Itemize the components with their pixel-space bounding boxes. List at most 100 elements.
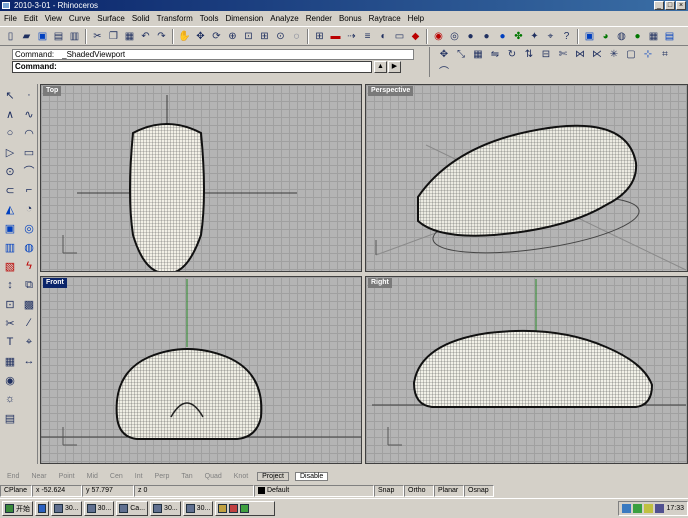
teapot-icon[interactable]: ◕ (598, 29, 613, 44)
render-tool-icon[interactable]: ◉ (1, 371, 19, 389)
osnap-perp[interactable]: Perp (152, 473, 173, 480)
zoom-selected-icon[interactable]: ⊙ (273, 29, 288, 44)
menu-bonus[interactable]: Bonus (339, 14, 362, 23)
rotate-view-icon[interactable]: ⟳ (209, 29, 224, 44)
rotate-icon[interactable]: ↻ (504, 47, 520, 62)
render-window-icon[interactable]: ▤ (662, 29, 677, 44)
osnap-toggle[interactable]: Osnap (464, 484, 494, 497)
menu-tools[interactable]: Tools (200, 14, 219, 23)
boolean-icon[interactable]: ▧ (1, 257, 19, 275)
select-all-icon[interactable]: ≡ (360, 29, 375, 44)
osnap-end[interactable]: End (4, 473, 22, 480)
shaded-sphere-icon[interactable]: ● (463, 29, 478, 44)
command-scroll-up-button[interactable]: ▲ (374, 61, 387, 73)
mirror-icon[interactable]: ⇋ (487, 47, 503, 62)
transform-icon[interactable]: ↕ (1, 276, 19, 294)
cut-icon[interactable]: ✂ (90, 29, 105, 44)
osnap-tan[interactable]: Tan (178, 473, 195, 480)
point-edit-icon[interactable]: ⊹ (640, 47, 656, 62)
taskbar-task-4[interactable]: 30... (150, 501, 181, 516)
close-button[interactable]: × (676, 1, 686, 10)
osnap-quad[interactable]: Quad (202, 473, 225, 480)
start-button[interactable]: 开始 (2, 501, 33, 516)
new-file-icon[interactable]: ▯ (3, 29, 18, 44)
lightning-icon[interactable]: ϟ (20, 257, 38, 275)
rendered-sphere-icon[interactable]: ● (479, 29, 494, 44)
print-icon[interactable]: ▤ (51, 29, 66, 44)
orient-icon[interactable]: ⇅ (521, 47, 537, 62)
dimension-tool-icon[interactable]: ⌖ (20, 333, 38, 351)
triangle-icon[interactable]: ▷ (1, 143, 19, 161)
layer-icon[interactable]: ◆ (408, 29, 423, 44)
split-icon[interactable]: ⋈ (572, 47, 588, 62)
rectangle-icon[interactable]: ▭ (20, 143, 38, 161)
status-layer[interactable]: Default (254, 484, 374, 497)
properties-icon[interactable]: ◎ (447, 29, 462, 44)
menu-render[interactable]: Render (306, 14, 332, 23)
select-icon[interactable]: ⇢ (344, 29, 359, 44)
box-icon[interactable]: ▣ (1, 219, 19, 237)
arc-icon[interactable]: ◠ (20, 124, 38, 142)
pan-icon[interactable]: ✥ (193, 29, 208, 44)
polyline-icon[interactable]: ∧ (1, 105, 19, 123)
sphere-green-icon[interactable]: ● (630, 29, 645, 44)
lock-icon[interactable]: ▭ (392, 29, 407, 44)
select-arrow-icon[interactable]: ↖ (1, 86, 19, 104)
torus-icon[interactable]: ◎ (20, 219, 38, 237)
menu-view[interactable]: View (45, 14, 62, 23)
fillet-curve-icon[interactable]: ⌐ (20, 181, 38, 199)
project-button[interactable]: Project (257, 471, 289, 481)
pan-hand-icon[interactable]: ✋ (177, 29, 192, 44)
taskbar-task-1[interactable]: 30... (51, 501, 82, 516)
dimension-icon[interactable]: ⌖ (543, 29, 558, 44)
menu-edit[interactable]: Edit (24, 14, 38, 23)
four-viewports-icon[interactable]: ⊞ (312, 29, 327, 44)
osnap-near[interactable]: Near (28, 473, 49, 480)
light-icon[interactable]: ☼ (1, 390, 19, 408)
osnap-int[interactable]: Int (132, 473, 146, 480)
menu-analyze[interactable]: Analyze (270, 14, 298, 23)
circle-icon[interactable]: ○ (1, 124, 19, 142)
network-icon[interactable] (622, 504, 632, 513)
copy-tool-icon[interactable]: ⧉ (20, 276, 38, 294)
explode-icon[interactable]: ✳ (606, 47, 622, 62)
extrude-icon[interactable]: ▥ (1, 238, 19, 256)
menu-raytrace[interactable]: Raytrace (369, 14, 401, 23)
zoom-extents-icon[interactable]: ⊞ (257, 29, 272, 44)
ortho-toggle[interactable]: Ortho (404, 484, 434, 497)
menu-curve[interactable]: Curve (69, 14, 90, 23)
material-icon[interactable]: ◍ (614, 29, 629, 44)
undo-view-icon[interactable]: ◌ (289, 29, 304, 44)
analyze-icon[interactable]: ⊡ (1, 295, 19, 313)
menu-solid[interactable]: Solid (132, 14, 150, 23)
maximize-button[interactable]: □ (665, 1, 675, 10)
planar-toggle[interactable]: Planar (434, 484, 464, 497)
move-icon[interactable]: ✥ (436, 47, 452, 62)
save-icon[interactable]: ▣ (35, 29, 50, 44)
environment-icon[interactable]: ▦ (646, 29, 661, 44)
tray-app-icon[interactable] (655, 504, 665, 513)
cube-icon[interactable]: ▣ (582, 29, 597, 44)
zoom-icon[interactable]: ⊕ (225, 29, 240, 44)
array-icon[interactable]: ▦ (470, 47, 486, 62)
trim-icon[interactable]: ✄ (555, 47, 571, 62)
menu-dimension[interactable]: Dimension (225, 14, 263, 23)
join-icon[interactable]: ⋉ (589, 47, 605, 62)
taskbar-task-2[interactable]: 30... (83, 501, 115, 516)
viewport-right[interactable]: Right (365, 276, 688, 464)
menu-file[interactable]: File (4, 14, 17, 23)
command-input[interactable]: Command: (12, 61, 372, 73)
help-icon[interactable]: ? (559, 29, 574, 44)
helix-icon[interactable]: ⌒ (20, 162, 38, 180)
options-icon[interactable]: ▤ (1, 409, 19, 427)
copy-icon[interactable]: ❐ (106, 29, 121, 44)
scale-icon[interactable]: ⤡ (453, 47, 469, 62)
taskbar-task-5[interactable]: 30... (182, 501, 214, 516)
osnap-mid[interactable]: Mid (84, 473, 101, 480)
grid-snap-icon[interactable]: ✤ (511, 29, 526, 44)
import-icon[interactable]: ▥ (67, 29, 82, 44)
text-icon[interactable]: T (1, 333, 19, 351)
offset-icon[interactable]: ⊂ (1, 181, 19, 199)
sphere-icon[interactable]: ◔ (20, 200, 38, 218)
command-scroll-down-button[interactable]: ▶ (388, 61, 401, 73)
